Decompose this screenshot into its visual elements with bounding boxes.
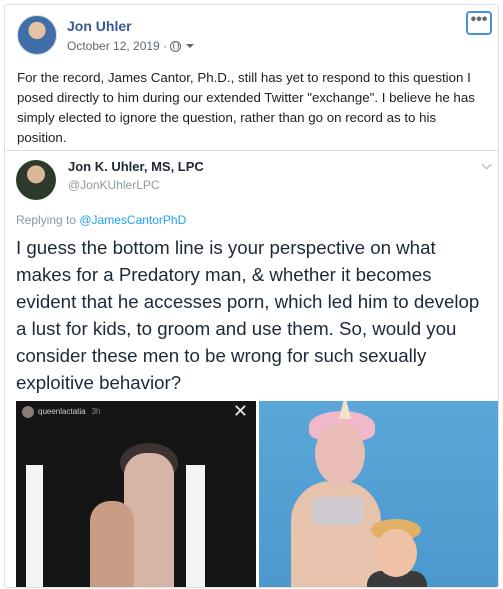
replying-to: Replying to @JamesCantorPhD: [16, 213, 186, 227]
tweet-text: I guess the bottom line is your perspect…: [16, 237, 480, 393]
image-bar-right: [186, 465, 205, 587]
replying-prefix: Replying to: [16, 213, 80, 227]
author-name[interactable]: Jon Uhler: [67, 18, 132, 34]
media-image-right[interactable]: [259, 401, 498, 587]
tweet-media[interactable]: queenlactatia 3h ✕: [16, 401, 498, 587]
mention-link[interactable]: @JamesCantorPhD: [79, 213, 186, 227]
story-user: queenlactatia: [38, 407, 86, 416]
post-meta: October 12, 2019 ·: [67, 39, 195, 53]
image-detail: [313, 497, 363, 525]
tweet-author-handle[interactable]: @JonKUhlerLPC: [68, 178, 160, 192]
post-text: For the record, James Cantor, Ph.D., sti…: [17, 70, 475, 145]
chevron-down-icon[interactable]: [481, 159, 492, 170]
globe-icon[interactable]: [170, 40, 182, 52]
story-avatar: [22, 406, 34, 418]
story-header: queenlactatia 3h: [38, 407, 101, 416]
close-icon: ✕: [232, 401, 248, 421]
tweet-author-name[interactable]: Jon K. Uhler, MS, LPC: [68, 159, 204, 174]
post-header: Jon Uhler October 12, 2019 · •••: [5, 5, 498, 65]
image-figure: [90, 501, 134, 587]
image-detail: [339, 401, 351, 419]
story-time: 3h: [91, 407, 101, 416]
tweet-author-avatar[interactable]: [16, 160, 56, 200]
embedded-tweet[interactable]: Jon K. Uhler, MS, LPC @JonKUhlerLPC Repl…: [6, 150, 498, 587]
media-image-left[interactable]: queenlactatia 3h ✕: [16, 401, 256, 587]
image-bar-left: [26, 465, 43, 587]
image-figure: [315, 423, 365, 485]
post-date[interactable]: October 12, 2019 ·: [67, 39, 167, 53]
facebook-post: Jon Uhler October 12, 2019 · ••• For the…: [4, 4, 499, 588]
caret-down-icon[interactable]: [186, 44, 195, 48]
image-figure: [375, 529, 417, 577]
more-options-button[interactable]: •••: [466, 11, 492, 35]
more-dots-icon: •••: [470, 11, 488, 28]
author-avatar[interactable]: [17, 15, 57, 55]
